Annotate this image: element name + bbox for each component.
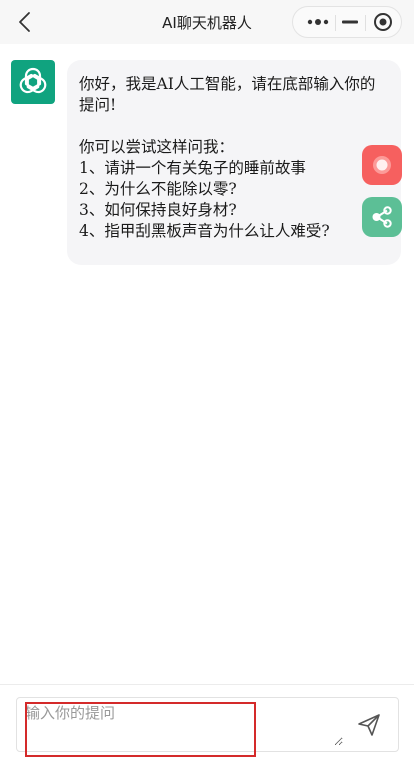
suggestion-item[interactable]: 2、为什么不能除以零? — [79, 179, 389, 200]
send-icon — [358, 714, 380, 736]
more-dots-icon — [307, 19, 329, 25]
greeting-text: 你好，我是AI人工智能，请在底部输入你的提问! — [79, 75, 376, 114]
question-input[interactable] — [23, 702, 343, 746]
suggestion-item[interactable]: 1、请讲一个有关兔子的睡前故事 — [79, 158, 389, 179]
suggestion-item[interactable]: 3、如何保持良好身材? — [79, 200, 389, 221]
mini-program-capsule — [292, 6, 402, 38]
suggestion-item[interactable]: 4、指甲刮黑板声音为什么让人难受? — [79, 221, 389, 242]
target-icon — [374, 13, 392, 31]
input-divider — [0, 684, 414, 685]
record-button[interactable] — [362, 145, 402, 185]
minus-icon — [342, 20, 358, 24]
share-button[interactable] — [362, 197, 402, 237]
input-container — [16, 697, 399, 752]
hint-text: 你可以尝试这样问我： — [79, 138, 235, 156]
bot-message-bubble: 你好，我是AI人工智能，请在底部输入你的提问! 你可以尝试这样问我： 1、请讲一… — [67, 60, 401, 265]
send-button[interactable] — [355, 711, 383, 739]
close-button[interactable] — [365, 7, 401, 37]
record-icon — [373, 156, 391, 174]
minimize-button[interactable] — [335, 7, 365, 37]
openai-logo-icon — [19, 67, 47, 94]
bot-avatar — [11, 60, 55, 104]
more-button[interactable] — [301, 7, 335, 37]
share-icon — [372, 206, 392, 228]
nav-bar: AI聊天机器人 — [0, 0, 414, 44]
